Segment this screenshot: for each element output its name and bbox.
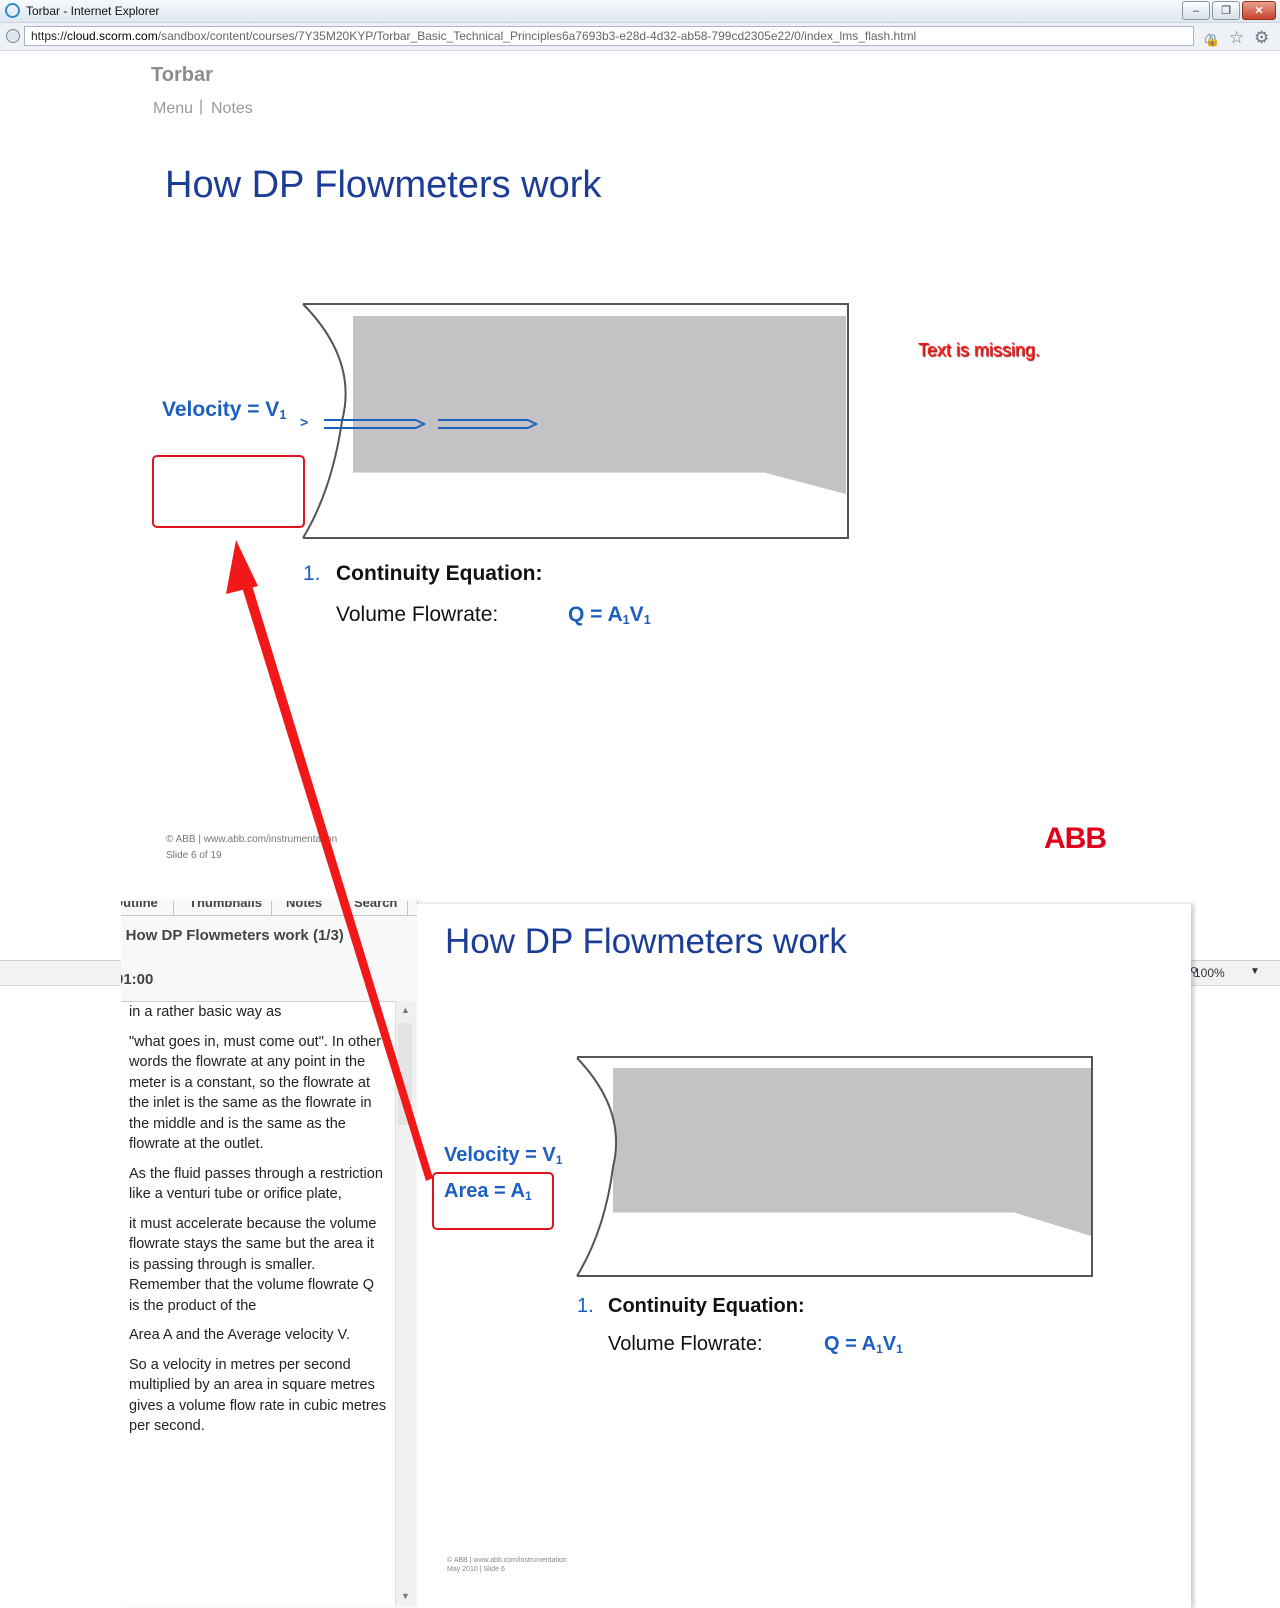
annotation-arrowhead (226, 540, 258, 594)
annotation-arrow-shape (241, 582, 433, 1181)
annotation-arrow (226, 540, 433, 1181)
